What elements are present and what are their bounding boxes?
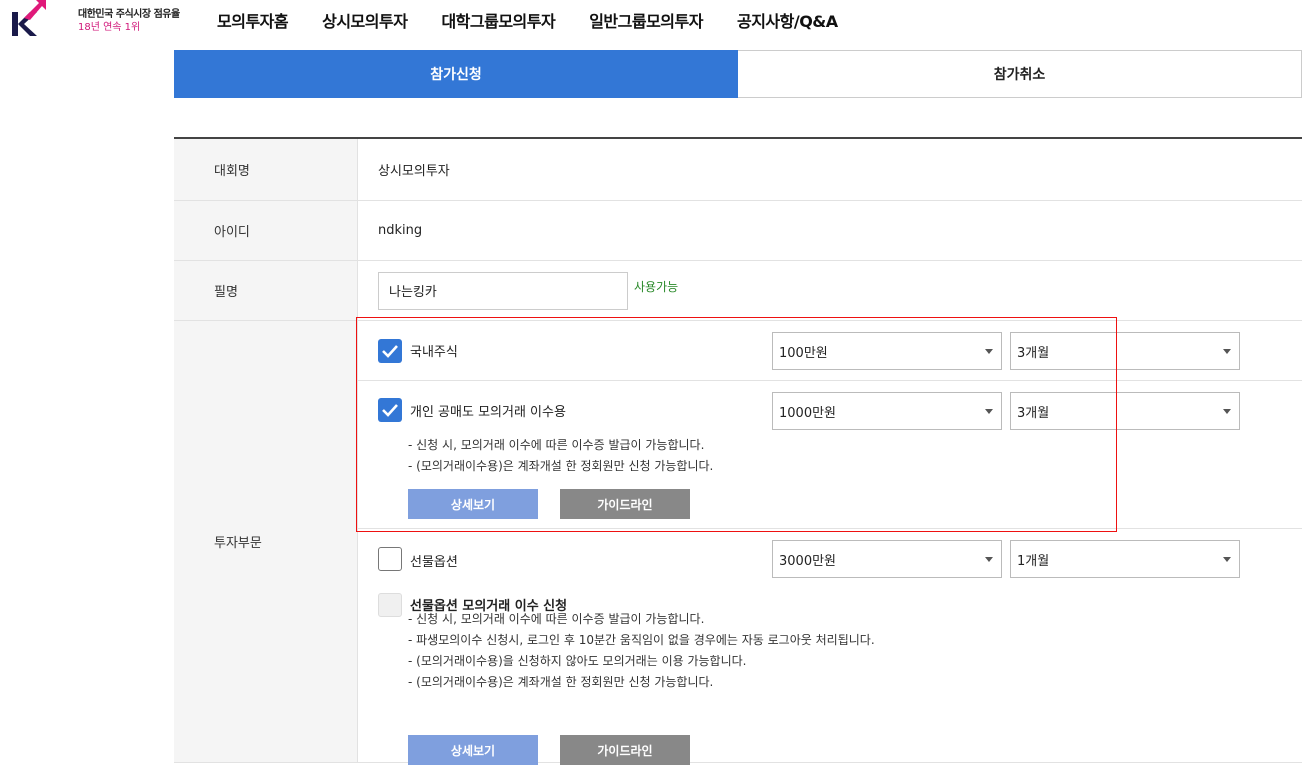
nav-item-home[interactable]: 모의투자홈 (217, 8, 289, 32)
note-line: - 신청 시, 모의거래 이수에 따른 이수증 발급이 가능합니다. (408, 438, 705, 452)
dropdown-arrow-icon (985, 349, 993, 354)
short-selling-guide-button[interactable]: 가이드라인 (560, 489, 690, 519)
domestic-amount-select[interactable]: 100만원 (772, 332, 1002, 370)
futures-course-notes: - 신청 시, 모의거래 이수에 따른 이수증 발급이 가능합니다. - 파생모… (408, 609, 875, 693)
invest-option-short-selling: 개인 공매도 모의거래 이수용 1000만원 3개월 - 신청 시, 모의거래 … (358, 381, 1302, 529)
futures-course-guide-button[interactable]: 가이드라인 (560, 735, 690, 765)
dropdown-arrow-icon (985, 409, 993, 414)
invest-option-domestic: 국내주식 100만원 3개월 (358, 321, 1302, 381)
short-selling-label: 개인 공매도 모의거래 이수용 (410, 405, 566, 420)
dropdown-arrow-icon (1223, 557, 1231, 562)
brand-tagline: 대한민국 주식시장 점유율 18년 연속 1위 (78, 8, 180, 34)
domestic-checkbox[interactable] (378, 339, 402, 363)
contest-value: 상시모의투자 (378, 164, 450, 179)
id-label: 아이디 (174, 201, 358, 260)
tagline-line1: 대한민국 주식시장 점유율 (78, 9, 180, 20)
futures-label: 선물옵션 (410, 555, 458, 570)
nav-item-notice[interactable]: 공지사항/Q&A (737, 8, 838, 32)
invest-option-futures-course: 선물옵션 모의거래 이수 신청 - 신청 시, 모의거래 이수에 따른 이수증 … (358, 589, 1302, 765)
check-icon (382, 404, 398, 417)
tab-apply[interactable]: 참가신청 (174, 50, 738, 98)
form-row-id: 아이디 ndking (174, 201, 1302, 261)
futures-period-value: 1개월 (1017, 553, 1050, 569)
short-selling-detail-button[interactable]: 상세보기 (408, 489, 538, 519)
short-selling-period-value: 3개월 (1017, 405, 1050, 421)
nickname-label: 필명 (174, 261, 358, 320)
short-selling-amount-value: 1000만원 (779, 405, 837, 421)
note-line: - (모의거래이수용)은 계좌개설 한 정회원만 신청 가능합니다. (408, 675, 714, 689)
id-value: ndking (378, 223, 423, 238)
futures-course-detail-button[interactable]: 상세보기 (408, 735, 538, 765)
domestic-period-select[interactable]: 3개월 (1010, 332, 1240, 370)
main-nav: 모의투자홈 상시모의투자 대학그룹모의투자 일반그룹모의투자 공지사항/Q&A (217, 8, 872, 32)
futures-course-checkbox[interactable] (378, 593, 402, 617)
futures-amount-select[interactable]: 3000만원 (772, 540, 1002, 578)
tab-cancel[interactable]: 참가취소 (738, 50, 1302, 98)
nickname-status: 사용가능 (634, 280, 679, 294)
short-selling-checkbox[interactable] (378, 398, 402, 422)
domestic-label: 국내주식 (410, 345, 458, 360)
dropdown-arrow-icon (985, 557, 993, 562)
note-line: - (모의거래이수용)을 신청하지 않아도 모의거래는 이용 가능합니다. (408, 654, 747, 668)
form-row-invest: 투자부문 국내주식 100만원 3개월 개인 공매도 모의거래 이수용 1000… (174, 321, 1302, 765)
contest-label: 대회명 (174, 139, 358, 200)
tab-bar: 참가신청 참가취소 (174, 50, 1302, 98)
short-selling-notes: - 신청 시, 모의거래 이수에 따른 이수증 발급이 가능합니다. - (모의… (408, 435, 713, 477)
nav-item-university[interactable]: 대학그룹모의투자 (441, 8, 555, 32)
invest-label: 투자부문 (174, 321, 358, 762)
note-line: - 신청 시, 모의거래 이수에 따른 이수증 발급이 가능합니다. (408, 612, 705, 626)
nav-item-general[interactable]: 일반그룹모의투자 (589, 8, 703, 32)
tagline-line2: 18년 연속 1위 (78, 22, 141, 33)
domestic-period-value: 3개월 (1017, 345, 1050, 361)
nav-item-regular[interactable]: 상시모의투자 (322, 8, 408, 32)
domestic-amount-value: 100만원 (779, 345, 828, 361)
invest-option-futures: 선물옵션 3000만원 1개월 (358, 529, 1302, 589)
nickname-input[interactable] (378, 271, 628, 310)
dropdown-arrow-icon (1223, 349, 1231, 354)
short-selling-period-select[interactable]: 3개월 (1010, 392, 1240, 430)
form-row-contest: 대회명 상시모의투자 (174, 139, 1302, 201)
futures-checkbox[interactable] (378, 547, 402, 571)
note-line: - 파생모의이수 신청시, 로그인 후 10분간 움직임이 없을 경우에는 자동… (408, 633, 875, 647)
futures-amount-value: 3000만원 (779, 553, 837, 569)
futures-period-select[interactable]: 1개월 (1010, 540, 1240, 578)
dropdown-arrow-icon (1223, 409, 1231, 414)
application-form: 대회명 상시모의투자 아이디 ndking 필명 사용가능 투자부문 국내주식 … (174, 137, 1302, 765)
short-selling-amount-select[interactable]: 1000만원 (772, 392, 1002, 430)
brand-logo[interactable] (10, 0, 46, 38)
form-row-nickname: 필명 사용가능 (174, 261, 1302, 321)
note-line: - (모의거래이수용)은 계좌개설 한 정회원만 신청 가능합니다. (408, 459, 714, 473)
check-icon (382, 345, 398, 358)
